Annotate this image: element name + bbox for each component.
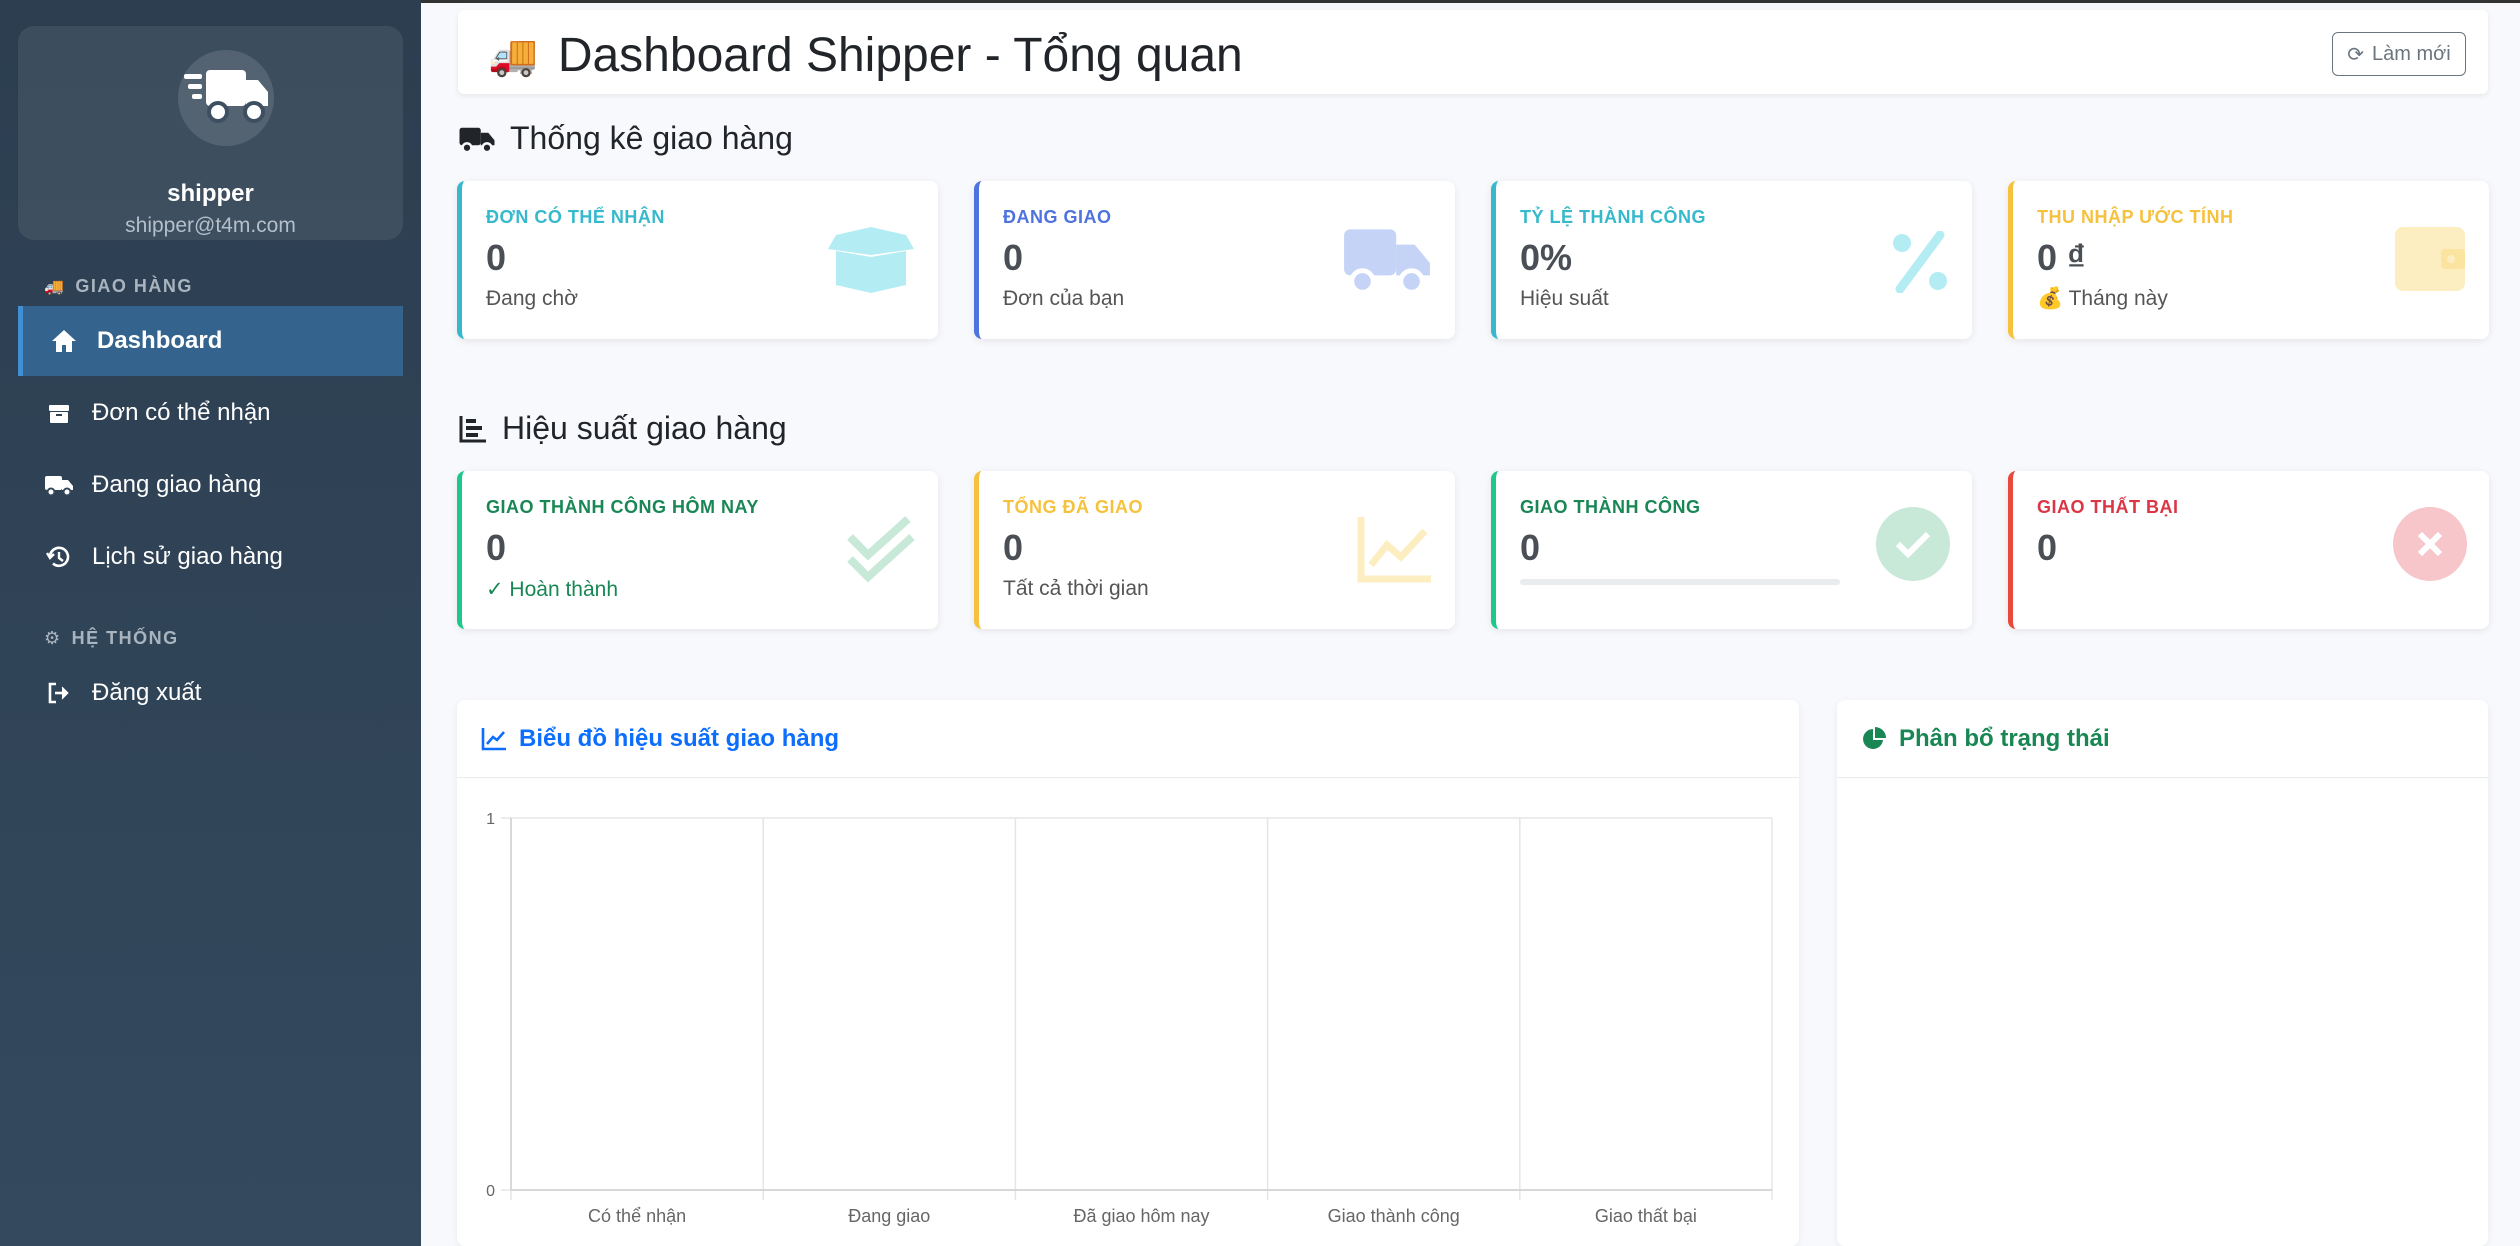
card-sub: ✓ Hoàn thành <box>486 578 619 601</box>
perf-card-total: TỔNG ĐÃ GIAO 0 Tất cả thời gian <box>974 471 1455 629</box>
card-value: 0 <box>1003 527 1024 568</box>
logout-icon <box>44 678 74 708</box>
profile-name: shipper <box>167 180 254 207</box>
x-tick-label: Đang giao <box>848 1206 930 1226</box>
sidebar-item-dashboard[interactable]: Dashboard <box>18 306 403 376</box>
page-title: 🚚 Dashboard Shipper - Tổng quan <box>488 29 1243 82</box>
truck-icon <box>459 127 495 153</box>
page-header: 🚚 Dashboard Shipper - Tổng quan ⟳ Làm mớ… <box>458 10 2488 94</box>
performance-bar-chart: 0 1 Có thể nhận Đang giao Đã giao hôm nay Gia… <box>486 811 1773 1226</box>
section-title-stats: Thống kê giao hàng <box>458 120 793 157</box>
top-border <box>421 0 2520 3</box>
nav-heading-system: ⚙ HỆ THỐNG <box>44 628 179 648</box>
y-tick-label: 0 <box>486 1183 495 1200</box>
stat-card-success-rate: TỶ LỆ THÀNH CÔNG 0% Hiệu suất <box>1491 181 1972 339</box>
x-tick-label: Giao thành công <box>1328 1206 1460 1226</box>
card-sub: Đơn của bạn <box>1003 287 1125 310</box>
performance-chart-panel: Biểu đồ hiệu suất giao hàng 0 1 Có thể nhậ… <box>457 700 1799 1246</box>
truck-icon <box>1344 229 1430 295</box>
stat-card-delivering: ĐANG GIAO 0 Đơn của bạn <box>974 181 1455 339</box>
chart-pie-icon <box>1863 726 1886 749</box>
history-icon <box>44 542 74 572</box>
box-open-icon <box>828 227 914 293</box>
card-label: GIAO THẤT BẠI <box>2037 497 2179 517</box>
card-label: ĐƠN CÓ THỂ NHẬN <box>486 207 665 227</box>
nav-heading-delivery: 🚚 GIAO HÀNG <box>44 276 193 296</box>
delivery-truck-icon: 🚚 <box>488 34 538 78</box>
profile-card: shipper shipper@t4m.com <box>18 26 403 240</box>
sidebar: shipper shipper@t4m.com 🚚 GIAO HÀNG Dash… <box>0 0 421 1246</box>
card-label: ĐANG GIAO <box>1003 207 1112 227</box>
sidebar-item-available-orders[interactable]: Đơn có thể nhận <box>18 378 403 448</box>
card-value: 0 <box>2037 527 2058 568</box>
shipping-fast-icon <box>184 70 268 123</box>
card-sub: Hiệu suất <box>1520 287 1609 310</box>
x-tick-label: Giao thất bại <box>1595 1206 1697 1226</box>
card-value: 0 <box>1520 527 1541 568</box>
panel-header: Biểu đồ hiệu suất giao hàng <box>457 700 1799 778</box>
refresh-icon: ⟳ <box>2347 43 2365 66</box>
check-circle-icon <box>1876 507 1950 581</box>
sidebar-item-logout[interactable]: Đăng xuất <box>18 658 403 728</box>
x-tick-label: Đã giao hôm nay <box>1073 1206 1209 1226</box>
sidebar-item-label: Lịch sử giao hàng <box>92 543 283 570</box>
card-value: 0 <box>486 527 507 568</box>
section-title-performance: Hiệu suất giao hàng <box>458 410 787 447</box>
card-value: 0% <box>1520 237 1573 278</box>
sidebar-item-label: Đăng xuất <box>92 679 202 706</box>
truck-icon <box>44 470 74 500</box>
panel-header: Phân bổ trạng thái <box>1837 700 2488 778</box>
box-icon <box>44 398 74 428</box>
sidebar-item-history[interactable]: Lịch sử giao hàng <box>18 522 403 592</box>
refresh-button[interactable]: ⟳ Làm mới <box>2332 32 2466 76</box>
profile-email: shipper@t4m.com <box>125 214 296 237</box>
stat-card-available: ĐƠN CÓ THỂ NHẬN 0 Đang chờ <box>457 181 938 339</box>
card-label: GIAO THÀNH CÔNG HÔM NAY <box>486 497 759 517</box>
truck-emoji-icon: 🚚 <box>44 278 66 296</box>
card-sub: 💰 Tháng này <box>2037 287 2168 310</box>
stat-card-income: THU NHẬP ƯỚC TÍNH 0 ₫ 💰 Tháng này <box>2008 181 2489 339</box>
status-distribution-panel: Phân bổ trạng thái <box>1837 700 2488 1246</box>
sidebar-item-delivering[interactable]: Đang giao hàng <box>18 450 403 520</box>
perf-card-failed: GIAO THẤT BẠI 0 <box>2008 471 2489 629</box>
wallet-icon <box>2395 227 2465 291</box>
card-label: TỶ LỆ THÀNH CÔNG <box>1520 207 1706 227</box>
success-progress-bar <box>1520 579 1840 585</box>
y-tick-label: 1 <box>486 811 495 828</box>
avatar <box>178 50 274 146</box>
card-value: 0 <box>1003 237 1024 278</box>
x-tick-label: Có thể nhận <box>588 1206 686 1226</box>
perf-card-success: GIAO THÀNH CÔNG 0 <box>1491 471 1972 629</box>
sidebar-item-label: Dashboard <box>97 327 223 354</box>
x-circle-icon <box>2393 507 2467 581</box>
double-check-icon <box>847 516 915 583</box>
perf-card-today: GIAO THÀNH CÔNG HÔM NAY 0 ✓ Hoàn thành <box>457 471 938 629</box>
card-sub: Đang chờ <box>486 287 578 310</box>
percent-icon <box>1893 231 1947 293</box>
home-icon <box>49 326 79 356</box>
sidebar-item-label: Đang giao hàng <box>92 471 262 498</box>
card-label: GIAO THÀNH CÔNG <box>1520 497 1701 517</box>
card-label: TỔNG ĐÃ GIAO <box>1003 497 1143 517</box>
card-sub: Tất cả thời gian <box>1003 577 1149 600</box>
sidebar-item-label: Đơn có thể nhận <box>92 399 271 426</box>
chart-line-icon <box>1357 517 1431 583</box>
chart-bar-icon <box>459 415 486 442</box>
gear-icon: ⚙ <box>44 628 62 648</box>
card-value: 0 ₫ <box>2037 237 2086 278</box>
card-label: THU NHẬP ƯỚC TÍNH <box>2037 207 2234 227</box>
card-value: 0 <box>486 237 507 278</box>
chart-line-icon <box>481 727 506 750</box>
